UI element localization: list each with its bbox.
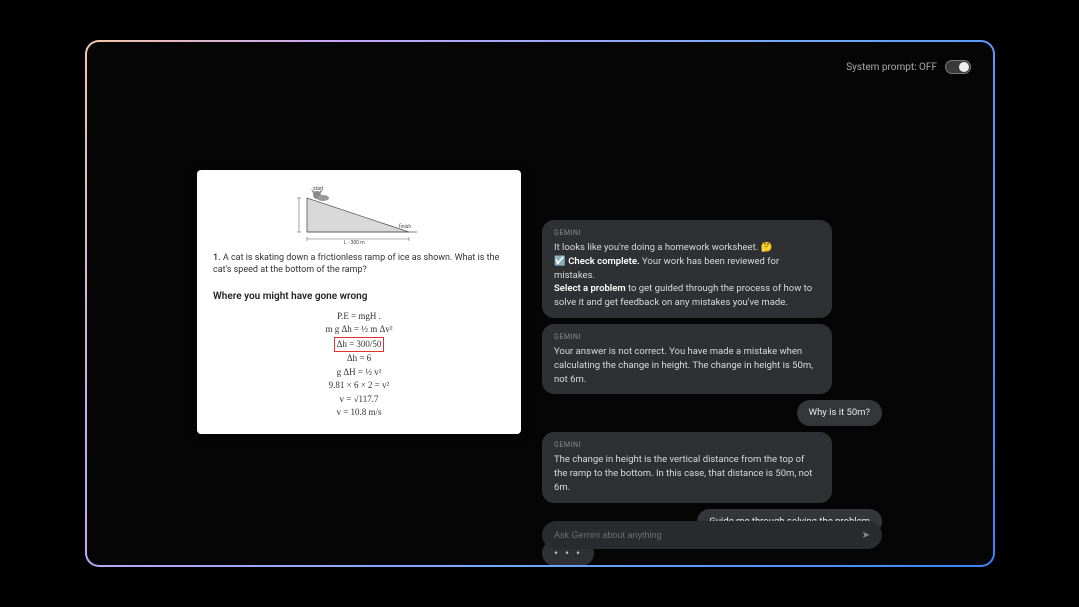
system-prompt-toggle[interactable] (945, 60, 971, 74)
ai-message: GEMINI It looks like you're doing a home… (542, 220, 832, 318)
hint-title: Where you might have gone wrong (213, 290, 505, 304)
ai-text-line: ☑️ Check complete. Your work has been re… (554, 255, 820, 283)
ai-text-line: Select a problem to get guided through t… (554, 282, 820, 310)
chat-input[interactable] (554, 530, 854, 540)
app-window: System prompt: OFF (87, 42, 993, 565)
question-text: 1. A cat is skating down a frictionless … (213, 252, 505, 276)
chat-column: GEMINI It looks like you're doing a home… (542, 220, 882, 565)
question-number: 1. (213, 253, 221, 263)
header-bar: System prompt: OFF (846, 60, 971, 74)
work-line: Δh = 6 (213, 352, 505, 366)
ai-text-line: Your answer is not correct. You have mad… (554, 345, 820, 386)
ramp-diagram: start finish H - 50 m L - 300 m (213, 184, 505, 244)
system-prompt-label: System prompt: OFF (846, 62, 937, 73)
chat-input-bar[interactable]: ➤ (542, 521, 882, 549)
send-icon[interactable]: ➤ (862, 530, 870, 541)
handwritten-work: P.E = mgH . m g Δh = ½ m Δv² Δh = 300/50… (213, 310, 505, 420)
work-line: 9.81 × 6 × 2 = v² (213, 379, 505, 393)
work-line: v = √117.7 (213, 393, 505, 407)
error-box: Δh = 300/50 (334, 337, 385, 353)
work-line: P.E = mgH . (213, 310, 505, 324)
ai-text-line: The change in height is the vertical dis… (554, 453, 820, 494)
ai-message: GEMINI The change in height is the verti… (542, 432, 832, 502)
ai-text-line: It looks like you're doing a homework wo… (554, 241, 820, 255)
work-line: v = 10.8 m/s (213, 406, 505, 420)
author-label: GEMINI (554, 332, 820, 342)
work-line: m g Δh = ½ m Δv² (213, 323, 505, 337)
user-message: Why is it 50m? (797, 400, 882, 426)
diagram-start-label: start (313, 186, 324, 192)
author-label: GEMINI (554, 228, 820, 238)
diagram-finish-label: finish (399, 223, 411, 230)
ai-message: GEMINI Your answer is not correct. You h… (542, 324, 832, 394)
worksheet-card[interactable]: start finish H - 50 m L - 300 m 1. A cat… (197, 170, 521, 434)
author-label: GEMINI (554, 440, 820, 450)
work-line: g ΔH = ½ v² (213, 366, 505, 380)
diagram-l-label: L - 300 m (344, 240, 365, 244)
gradient-frame: System prompt: OFF (85, 40, 995, 567)
question-body: A cat is skating down a frictionless ram… (213, 253, 499, 275)
